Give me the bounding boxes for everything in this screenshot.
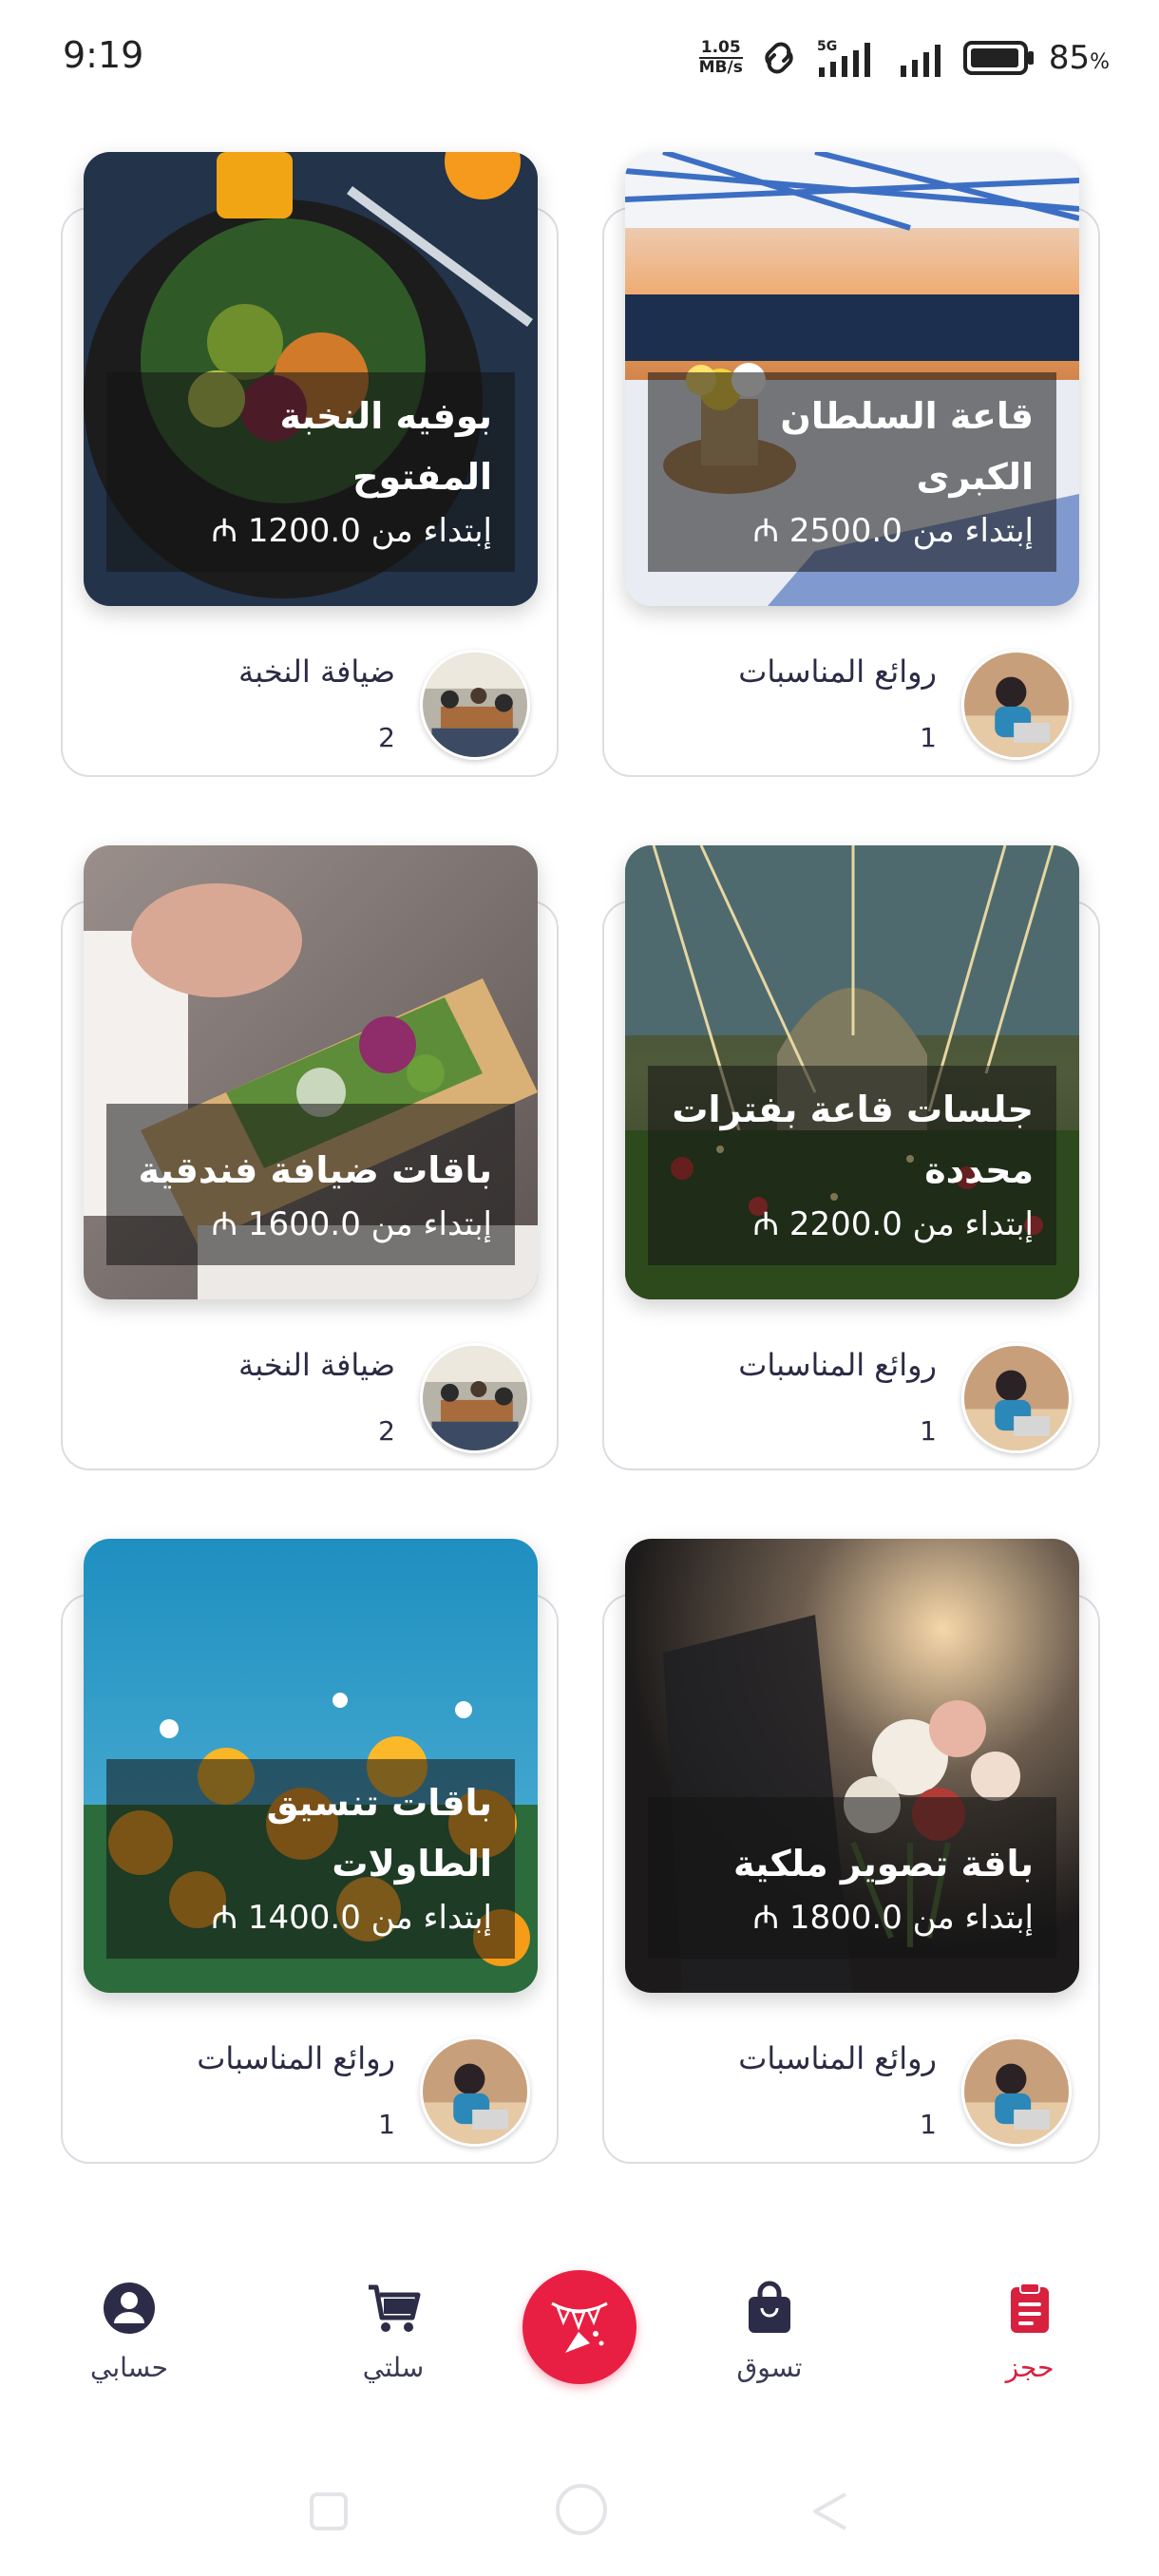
vendor-row[interactable]: روائع المناسبات 1 bbox=[63, 2014, 557, 2147]
avatar[interactable] bbox=[420, 1343, 530, 1453]
network-speed-unit: MB/s bbox=[698, 57, 743, 77]
status-bar: 9:19 1.05 MB/s 5G 85% bbox=[0, 0, 1159, 114]
product-image[interactable]: باقة تصوير ملكية إبتداء من 1800.0 ₼ bbox=[625, 1539, 1079, 1993]
product-card[interactable]: باقات تنسيق الطاولات إبتداء من 1400.0 ₼ … bbox=[61, 1539, 559, 2164]
vendor-count: 1 bbox=[920, 1415, 937, 1447]
circle-icon bbox=[556, 2484, 607, 2535]
party-flags-icon bbox=[551, 2301, 608, 2353]
system-navigation bbox=[0, 2470, 1159, 2576]
battery-level: 85 bbox=[1048, 39, 1091, 77]
battery-icon bbox=[962, 39, 1036, 77]
network-speed: 1.05 MB/s bbox=[698, 38, 743, 77]
nav-label: سلتي bbox=[362, 2352, 425, 2383]
vendor-row[interactable]: ضيافة النخبة 2 bbox=[63, 627, 557, 760]
product-card[interactable]: باقات ضيافة فندقية إبتداء من 1600.0 ₼ ضي… bbox=[61, 845, 559, 1470]
product-price: إبتداء من 1400.0 ₼ bbox=[211, 1899, 493, 1937]
office-meeting-photo bbox=[423, 1346, 527, 1450]
product-overlay: باقات تنسيق الطاولات إبتداء من 1400.0 ₼ bbox=[106, 1759, 515, 1959]
vendor-name: ضيافة النخبة bbox=[238, 1347, 395, 1383]
avatar[interactable] bbox=[961, 650, 1072, 760]
nav-label: حجز bbox=[1005, 2352, 1054, 2383]
woman-at-desk-photo bbox=[964, 2039, 1069, 2144]
network-speed-value: 1.05 bbox=[700, 38, 741, 57]
signal-icon bbox=[897, 37, 950, 79]
bottom-navigation: حجز تسوق سلتي حسابي bbox=[0, 2242, 1159, 2432]
product-image[interactable]: قاعة السلطان الكبرى إبتداء من 2500.0 ₼ bbox=[625, 152, 1079, 606]
link-icon bbox=[756, 39, 802, 77]
vendor-name: روائع المناسبات bbox=[197, 2040, 395, 2076]
product-title: جلسات قاعة بفترات محددة bbox=[672, 1089, 1034, 1191]
nav-label: حسابي bbox=[90, 2352, 168, 2383]
square-icon bbox=[310, 2492, 348, 2530]
party-button[interactable] bbox=[522, 2270, 636, 2384]
vendor-row[interactable]: ضيافة النخبة 2 bbox=[63, 1320, 557, 1453]
signal-5g-icon: 5G bbox=[815, 37, 884, 79]
product-price: إبتداء من 1600.0 ₼ bbox=[211, 1205, 493, 1243]
avatar[interactable] bbox=[961, 1343, 1072, 1453]
woman-at-desk-photo bbox=[964, 1346, 1069, 1450]
product-image[interactable]: باقات تنسيق الطاولات إبتداء من 1400.0 ₼ bbox=[84, 1539, 538, 1993]
product-overlay: جلسات قاعة بفترات محددة إبتداء من 2200.0… bbox=[648, 1066, 1056, 1265]
vendor-name: ضيافة النخبة bbox=[238, 653, 395, 690]
product-title: بوفيه النخبة المفتوح bbox=[279, 395, 492, 498]
vendor-count: 2 bbox=[378, 722, 395, 753]
product-title: قاعة السلطان الكبرى bbox=[780, 395, 1034, 498]
clipboard-icon bbox=[1011, 2282, 1049, 2333]
vendor-count: 1 bbox=[920, 722, 937, 753]
vendor-name: روائع المناسبات bbox=[738, 653, 937, 690]
woman-at-desk-photo bbox=[964, 653, 1069, 757]
back-triangle-icon bbox=[813, 2492, 846, 2530]
back-button[interactable] bbox=[808, 2489, 853, 2538]
product-card[interactable]: باقة تصوير ملكية إبتداء من 1800.0 ₼ روائ… bbox=[602, 1539, 1100, 2164]
home-button[interactable] bbox=[553, 2481, 610, 2542]
vendor-name: روائع المناسبات bbox=[738, 1347, 937, 1383]
product-card[interactable]: جلسات قاعة بفترات محددة إبتداء من 2200.0… bbox=[602, 845, 1100, 1470]
product-price: إبتداء من 2200.0 ₼ bbox=[752, 1205, 1035, 1243]
avatar[interactable] bbox=[961, 2036, 1072, 2147]
nav-cart[interactable]: سلتي bbox=[308, 2280, 479, 2383]
product-price: إبتداء من 1800.0 ₼ bbox=[752, 1899, 1035, 1937]
shopping-bag-icon bbox=[749, 2281, 790, 2333]
product-image[interactable]: جلسات قاعة بفترات محددة إبتداء من 2200.0… bbox=[625, 845, 1079, 1299]
product-overlay: باقة تصوير ملكية إبتداء من 1800.0 ₼ bbox=[648, 1797, 1056, 1959]
woman-at-desk-photo bbox=[423, 2039, 527, 2144]
vendor-count: 1 bbox=[920, 2109, 937, 2140]
product-price: إبتداء من 2500.0 ₼ bbox=[752, 512, 1035, 550]
account-icon bbox=[104, 2282, 155, 2334]
vendor-name: روائع المناسبات bbox=[738, 2040, 937, 2076]
product-overlay: قاعة السلطان الكبرى إبتداء من 2500.0 ₼ bbox=[648, 372, 1056, 572]
nav-booking[interactable]: حجز bbox=[944, 2280, 1115, 2383]
status-indicators: 1.05 MB/s 5G 85% bbox=[698, 34, 1110, 82]
product-price: إبتداء من 1200.0 ₼ bbox=[211, 512, 493, 550]
network-type-label: 5G bbox=[817, 39, 837, 54]
screen: 9:19 1.05 MB/s 5G 85% قاعة السلطان الكبر… bbox=[0, 0, 1159, 2576]
product-card[interactable]: قاعة السلطان الكبرى إبتداء من 2500.0 ₼ ر… bbox=[602, 152, 1100, 777]
product-overlay: بوفيه النخبة المفتوح إبتداء من 1200.0 ₼ bbox=[106, 372, 515, 572]
status-time: 9:19 bbox=[63, 34, 144, 76]
vendor-count: 1 bbox=[378, 2109, 395, 2140]
avatar[interactable] bbox=[420, 650, 530, 760]
vendor-row[interactable]: روائع المناسبات 1 bbox=[604, 1320, 1098, 1453]
vendor-row[interactable]: روائع المناسبات 1 bbox=[604, 2014, 1098, 2147]
nav-shop[interactable]: تسوق bbox=[684, 2280, 855, 2383]
product-card[interactable]: بوفيه النخبة المفتوح إبتداء من 1200.0 ₼ … bbox=[61, 152, 559, 777]
battery-unit: % bbox=[1090, 50, 1110, 74]
nav-account[interactable]: حسابي bbox=[44, 2280, 215, 2383]
product-title: باقة تصوير ملكية bbox=[732, 1843, 1034, 1885]
avatar[interactable] bbox=[420, 2036, 530, 2147]
office-meeting-photo bbox=[423, 653, 527, 757]
cart-icon bbox=[369, 2284, 421, 2332]
nav-label: تسوق bbox=[736, 2352, 803, 2383]
product-image[interactable]: باقات ضيافة فندقية إبتداء من 1600.0 ₼ bbox=[84, 845, 538, 1299]
recent-apps-button[interactable] bbox=[306, 2489, 352, 2538]
vendor-count: 2 bbox=[378, 1415, 395, 1447]
battery-percentage: 85% bbox=[1049, 39, 1110, 77]
product-title: باقات تنسيق الطاولات bbox=[266, 1782, 492, 1885]
product-title: باقات ضيافة فندقية bbox=[138, 1149, 492, 1191]
product-overlay: باقات ضيافة فندقية إبتداء من 1600.0 ₼ bbox=[106, 1104, 515, 1265]
vendor-row[interactable]: روائع المناسبات 1 bbox=[604, 627, 1098, 760]
product-image[interactable]: بوفيه النخبة المفتوح إبتداء من 1200.0 ₼ bbox=[84, 152, 538, 606]
